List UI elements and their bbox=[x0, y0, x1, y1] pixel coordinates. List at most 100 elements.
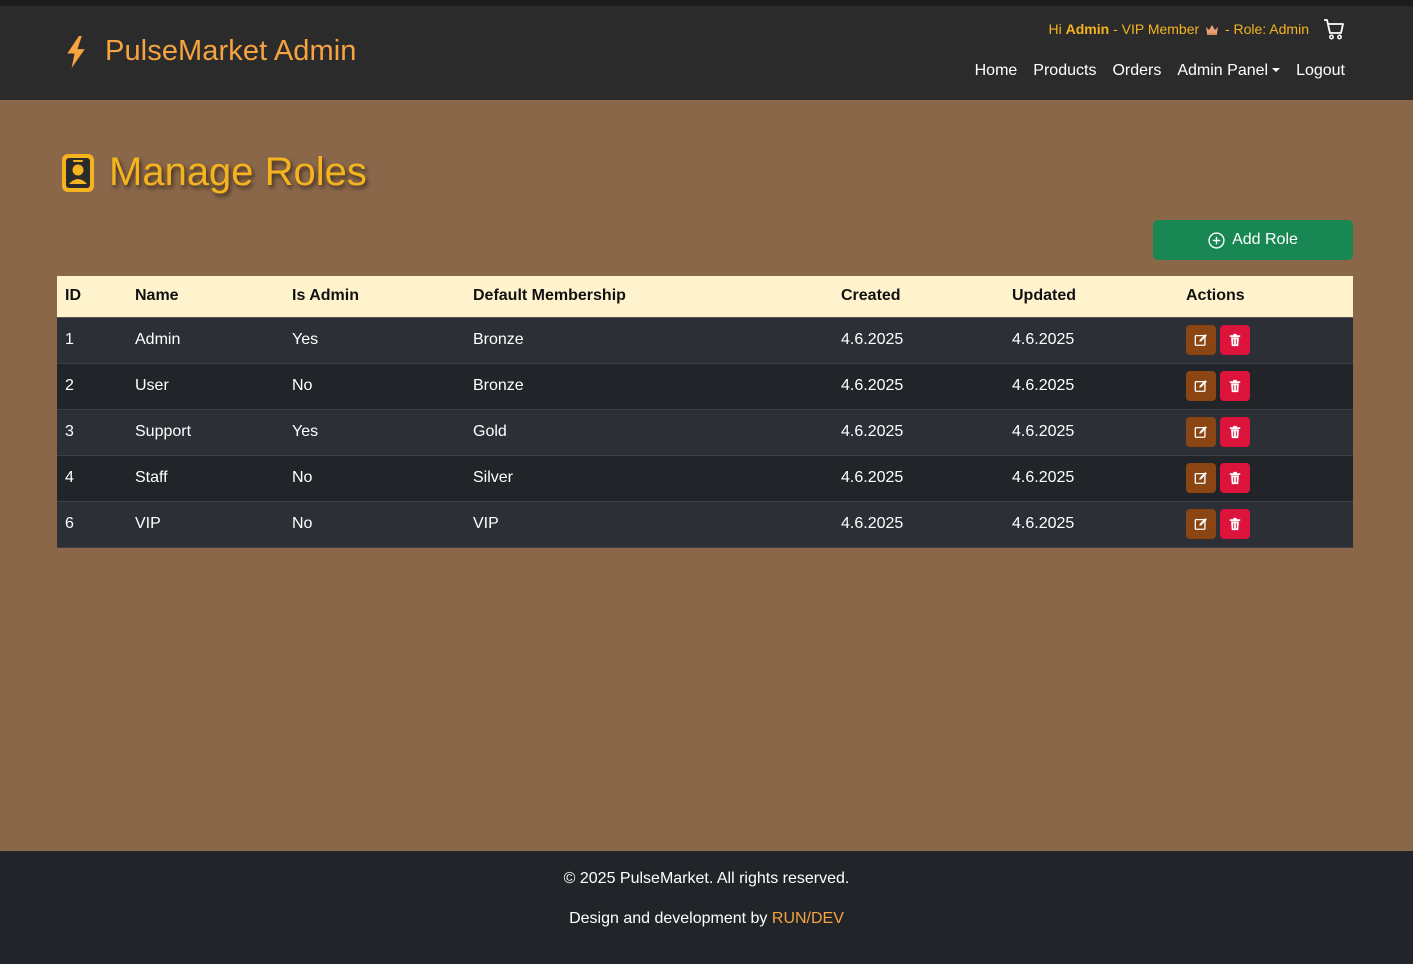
nav-products[interactable]: Products bbox=[1033, 62, 1096, 80]
edit-button[interactable] bbox=[1186, 463, 1216, 493]
delete-button[interactable] bbox=[1220, 417, 1250, 447]
pencil-square-icon bbox=[1194, 334, 1207, 346]
cell-created: 4.6.2025 bbox=[833, 409, 1004, 456]
table-row: 1 Admin Yes Bronze 4.6.2025 4.6.2025 bbox=[57, 317, 1353, 364]
nav-home[interactable]: Home bbox=[975, 62, 1018, 80]
cell-is-admin: No bbox=[284, 501, 465, 548]
cell-is-admin: Yes bbox=[284, 317, 465, 364]
crown-icon bbox=[1206, 25, 1219, 35]
roles-table: ID Name Is Admin Default Membership Crea… bbox=[57, 276, 1353, 548]
cell-is-admin: Yes bbox=[284, 409, 465, 456]
cell-created: 4.6.2025 bbox=[833, 363, 1004, 410]
table-header-row: ID Name Is Admin Default Membership Crea… bbox=[57, 276, 1353, 318]
cell-default-membership: Bronze bbox=[465, 363, 833, 410]
plus-circle-icon bbox=[1208, 231, 1225, 249]
user-info: Hi Admin - VIP Member - Role: Admin bbox=[1048, 21, 1309, 37]
cell-name: VIP bbox=[127, 501, 284, 548]
pencil-square-icon bbox=[1194, 426, 1207, 438]
column-header-is-admin: Is Admin bbox=[284, 276, 465, 318]
row-actions bbox=[1186, 371, 1353, 401]
cell-created: 4.6.2025 bbox=[833, 317, 1004, 364]
add-role-button[interactable]: Add Role bbox=[1153, 220, 1353, 260]
navbar: PulseMarket Admin Hi Admin - VIP Member … bbox=[0, 6, 1413, 100]
trash-icon bbox=[1229, 425, 1241, 439]
membership-label: - VIP Member bbox=[1113, 21, 1200, 37]
cell-default-membership: Gold bbox=[465, 409, 833, 456]
delete-button[interactable] bbox=[1220, 463, 1250, 493]
cell-actions bbox=[1178, 501, 1353, 548]
credit-link[interactable]: RUN/DEV bbox=[772, 910, 844, 927]
cell-updated: 4.6.2025 bbox=[1004, 409, 1178, 456]
trash-icon bbox=[1229, 471, 1241, 485]
cell-updated: 4.6.2025 bbox=[1004, 501, 1178, 548]
cell-updated: 4.6.2025 bbox=[1004, 455, 1178, 502]
user-name: Admin bbox=[1065, 21, 1110, 37]
column-header-id: ID bbox=[57, 276, 127, 318]
cell-is-admin: No bbox=[284, 455, 465, 502]
bolt-icon bbox=[67, 35, 85, 68]
cell-updated: 4.6.2025 bbox=[1004, 317, 1178, 364]
nav-admin-panel-label: Admin Panel bbox=[1177, 62, 1269, 79]
trash-icon bbox=[1229, 379, 1241, 393]
cell-default-membership: VIP bbox=[465, 501, 833, 548]
cell-actions bbox=[1178, 363, 1353, 410]
column-header-name: Name bbox=[127, 276, 284, 318]
cell-created: 4.6.2025 bbox=[833, 455, 1004, 502]
cell-id: 6 bbox=[57, 501, 127, 548]
column-header-updated: Updated bbox=[1004, 276, 1178, 318]
table-row: 2 User No Bronze 4.6.2025 4.6.2025 bbox=[57, 363, 1353, 410]
brand[interactable]: PulseMarket Admin bbox=[63, 35, 357, 68]
cell-id: 2 bbox=[57, 363, 127, 410]
cell-default-membership: Bronze bbox=[465, 317, 833, 364]
column-header-default-membership: Default Membership bbox=[465, 276, 833, 318]
row-actions bbox=[1186, 417, 1353, 447]
delete-button[interactable] bbox=[1220, 325, 1250, 355]
table-body: 1 Admin Yes Bronze 4.6.2025 4.6.2025 2 User No Br… bbox=[57, 317, 1353, 548]
row-actions bbox=[1186, 509, 1353, 539]
row-actions bbox=[1186, 463, 1353, 493]
delete-button[interactable] bbox=[1220, 509, 1250, 539]
greeting: Hi bbox=[1048, 21, 1062, 37]
brand-name: PulseMarket Admin bbox=[105, 35, 357, 67]
person-badge-icon bbox=[62, 153, 94, 192]
edit-button[interactable] bbox=[1186, 371, 1216, 401]
main-nav: Home Products Orders Admin Panel Logout bbox=[975, 62, 1345, 80]
cell-actions bbox=[1178, 317, 1353, 364]
cell-id: 4 bbox=[57, 455, 127, 502]
pencil-square-icon bbox=[1194, 472, 1207, 484]
cell-id: 1 bbox=[57, 317, 127, 364]
page-header: Manage Roles bbox=[61, 150, 367, 195]
cell-created: 4.6.2025 bbox=[833, 501, 1004, 548]
pencil-square-icon bbox=[1194, 380, 1207, 392]
footer: © 2025 PulseMarket. All rights reserved.… bbox=[0, 851, 1413, 964]
caret-down-icon bbox=[1272, 68, 1281, 72]
trash-icon bbox=[1229, 517, 1241, 531]
cell-name: Admin bbox=[127, 317, 284, 364]
table-row: 4 Staff No Silver 4.6.2025 4.6.2025 bbox=[57, 455, 1353, 502]
credit-prefix: Design and development by bbox=[569, 910, 768, 927]
cell-updated: 4.6.2025 bbox=[1004, 363, 1178, 410]
cart-icon[interactable] bbox=[1323, 18, 1345, 40]
credit: Design and development by RUN/DEV bbox=[0, 910, 1413, 928]
edit-button[interactable] bbox=[1186, 417, 1216, 447]
add-role-label: Add Role bbox=[1232, 231, 1298, 248]
cell-name: Support bbox=[127, 409, 284, 456]
cell-default-membership: Silver bbox=[465, 455, 833, 502]
cell-actions bbox=[1178, 409, 1353, 456]
role-label: - Role: Admin bbox=[1224, 21, 1309, 37]
delete-button[interactable] bbox=[1220, 371, 1250, 401]
edit-button[interactable] bbox=[1186, 509, 1216, 539]
table-row: 6 VIP No VIP 4.6.2025 4.6.2025 bbox=[57, 501, 1353, 548]
nav-orders[interactable]: Orders bbox=[1112, 62, 1161, 80]
cell-actions bbox=[1178, 455, 1353, 502]
cell-id: 3 bbox=[57, 409, 127, 456]
nav-admin-panel[interactable]: Admin Panel bbox=[1177, 62, 1281, 80]
nav-logout[interactable]: Logout bbox=[1296, 62, 1345, 80]
column-header-created: Created bbox=[833, 276, 1004, 318]
cell-is-admin: No bbox=[284, 363, 465, 410]
cell-name: Staff bbox=[127, 455, 284, 502]
table-row: 3 Support Yes Gold 4.6.2025 4.6.2025 bbox=[57, 409, 1353, 456]
edit-button[interactable] bbox=[1186, 325, 1216, 355]
trash-icon bbox=[1229, 333, 1241, 347]
cell-name: User bbox=[127, 363, 284, 410]
